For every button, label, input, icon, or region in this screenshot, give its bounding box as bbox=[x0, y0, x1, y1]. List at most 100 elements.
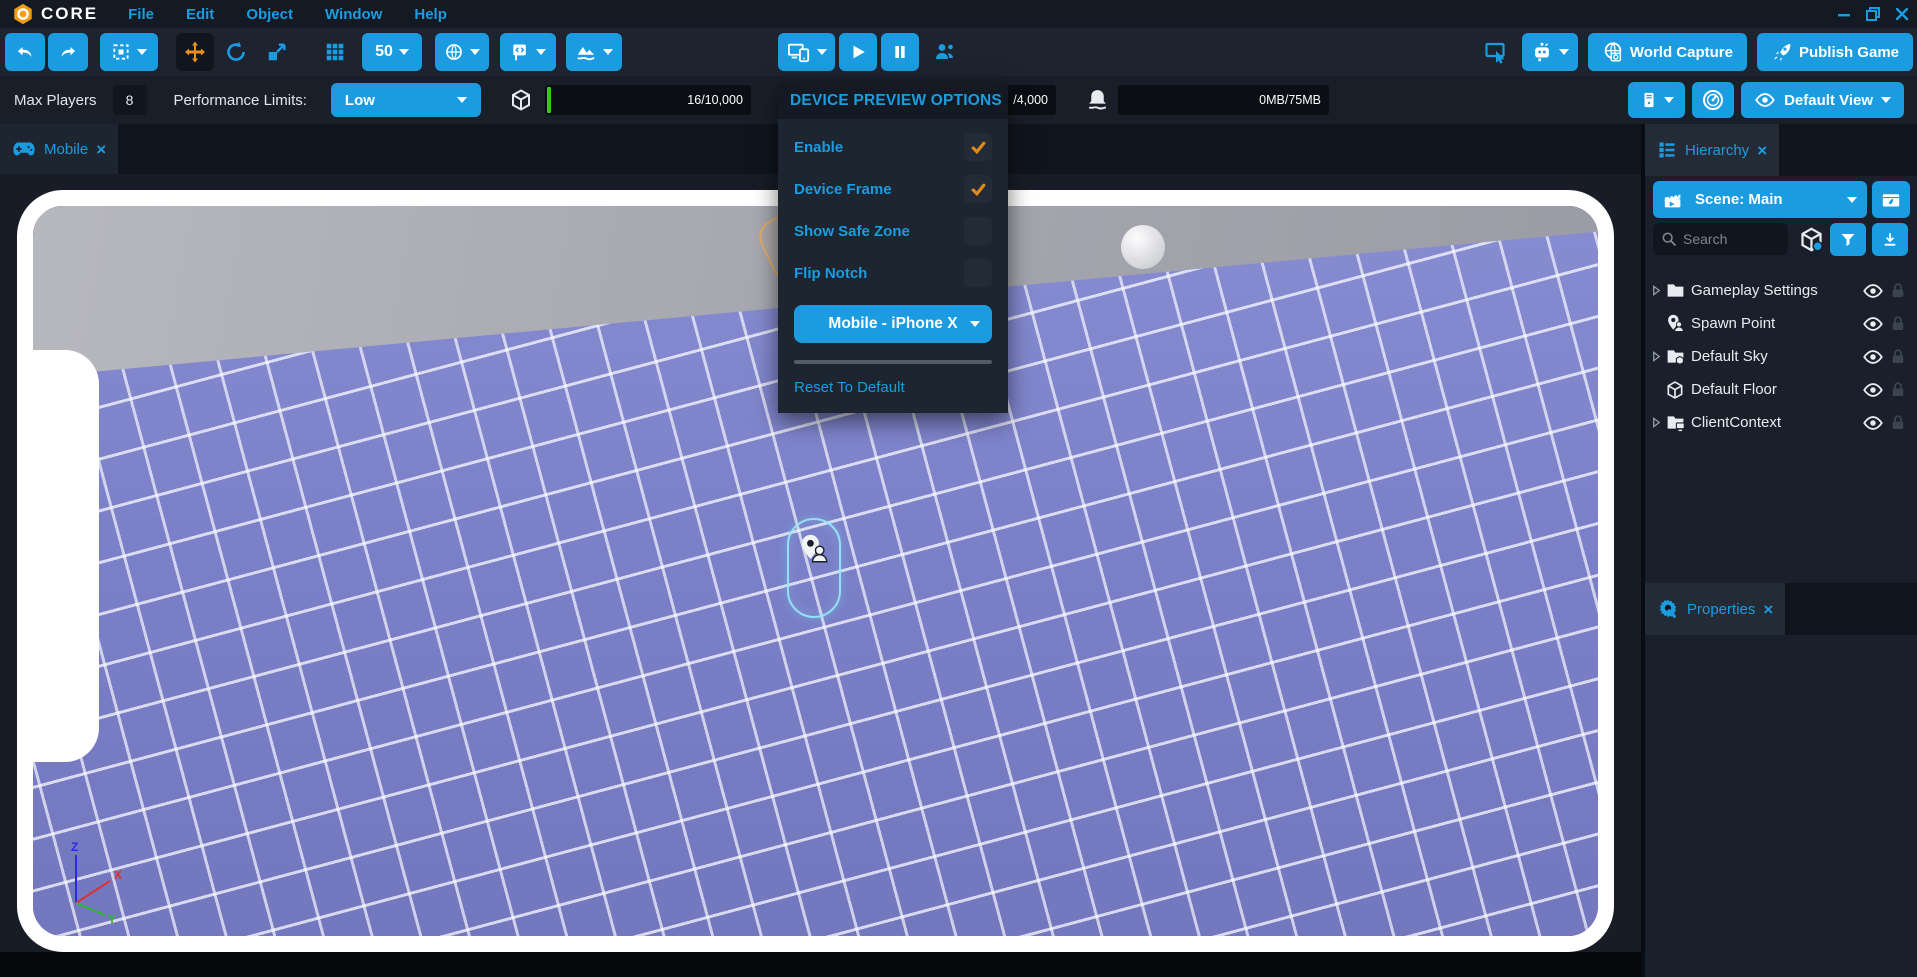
undo-button[interactable] bbox=[5, 33, 45, 71]
expand-caret-icon[interactable] bbox=[1651, 417, 1665, 428]
tree-row-default-floor[interactable]: Default Floor bbox=[1645, 373, 1917, 406]
tree-row-gameplay-settings[interactable]: Gameplay Settings bbox=[1645, 274, 1917, 307]
option-enable-checkbox[interactable] bbox=[964, 133, 992, 161]
tree-row-client-context[interactable]: ClientContext bbox=[1645, 406, 1917, 439]
lock-icon[interactable] bbox=[1887, 414, 1909, 432]
tab-mobile-close-icon[interactable]: × bbox=[96, 141, 106, 158]
redo-button[interactable] bbox=[48, 33, 88, 71]
collapse-all-button[interactable] bbox=[1872, 223, 1908, 256]
gauge-icon bbox=[1701, 88, 1725, 112]
menu-window[interactable]: Window bbox=[325, 6, 382, 23]
tab-properties-close-icon[interactable]: × bbox=[1763, 601, 1773, 618]
terrain-tools-dropdown[interactable] bbox=[566, 33, 622, 71]
pause-button[interactable] bbox=[881, 33, 919, 71]
world-capture-button[interactable]: World Capture bbox=[1588, 33, 1747, 71]
device-preview-dropdown[interactable] bbox=[778, 33, 835, 71]
visibility-eye-icon[interactable] bbox=[1859, 313, 1887, 335]
world-tools-dropdown[interactable] bbox=[435, 33, 489, 71]
visibility-eye-icon[interactable] bbox=[1859, 346, 1887, 368]
grid-snap-button[interactable] bbox=[318, 33, 352, 71]
menu-edit[interactable]: Edit bbox=[186, 6, 214, 23]
default-view-dropdown[interactable]: Default View bbox=[1741, 82, 1904, 118]
scene-manager-button[interactable] bbox=[1872, 181, 1910, 218]
max-players-input[interactable] bbox=[113, 85, 147, 115]
filter-button[interactable] bbox=[1830, 223, 1866, 256]
option-flip-notch[interactable]: Flip Notch bbox=[794, 259, 992, 287]
spawn-point-gizmo[interactable] bbox=[787, 518, 841, 618]
option-show-safe-zone-label: Show Safe Zone bbox=[794, 223, 910, 240]
menu-file[interactable]: File bbox=[128, 6, 154, 23]
expand-caret-icon[interactable] bbox=[1651, 285, 1665, 296]
multiplayer-preview-button[interactable] bbox=[929, 33, 963, 71]
lock-icon[interactable] bbox=[1887, 315, 1909, 333]
chevron-down-icon bbox=[137, 49, 147, 55]
tree-item-label: Spawn Point bbox=[1691, 315, 1859, 332]
bot-capture-dropdown[interactable] bbox=[1522, 33, 1578, 71]
asset-cube-filter-icon[interactable] bbox=[1798, 226, 1825, 253]
screen-share-button[interactable] bbox=[1480, 33, 1512, 71]
tab-hierarchy-close-icon[interactable]: × bbox=[1757, 142, 1767, 159]
script-tools-dropdown[interactable] bbox=[500, 33, 556, 71]
tab-hierarchy-label: Hierarchy bbox=[1685, 142, 1749, 159]
publish-game-button[interactable]: Publish Game bbox=[1757, 33, 1913, 71]
tree-item-label: Gameplay Settings bbox=[1691, 282, 1859, 299]
reset-to-default-button[interactable]: Reset To Default bbox=[778, 364, 1008, 413]
visibility-eye-icon[interactable] bbox=[1859, 379, 1887, 401]
lock-icon[interactable] bbox=[1887, 282, 1909, 300]
expand-caret-icon[interactable] bbox=[1651, 351, 1665, 362]
minimize-button[interactable] bbox=[1837, 7, 1851, 21]
chevron-down-icon bbox=[470, 49, 480, 55]
move-tool-button[interactable] bbox=[176, 33, 214, 71]
scene-selector-value: Scene: Main bbox=[1695, 191, 1841, 208]
option-enable[interactable]: Enable bbox=[794, 133, 992, 161]
multiplayer-people-icon bbox=[933, 40, 959, 64]
lock-icon[interactable] bbox=[1887, 381, 1909, 399]
sky-sphere-object[interactable] bbox=[1121, 225, 1165, 269]
memory-usage-value: 0MB/75MB bbox=[1259, 93, 1321, 107]
search-input[interactable] bbox=[1683, 231, 1769, 247]
visibility-eye-icon[interactable] bbox=[1859, 412, 1887, 434]
restore-button[interactable] bbox=[1866, 7, 1880, 21]
menu-help[interactable]: Help bbox=[414, 6, 447, 23]
performance-panel-dropdown[interactable] bbox=[1628, 82, 1685, 118]
tree-item-label: Default Floor bbox=[1691, 381, 1859, 398]
scene-selector-dropdown[interactable]: Scene: Main bbox=[1653, 181, 1867, 218]
tab-properties[interactable]: Properties × bbox=[1645, 583, 1785, 635]
option-device-frame-label: Device Frame bbox=[794, 181, 892, 198]
tab-hierarchy[interactable]: Hierarchy × bbox=[1645, 124, 1779, 176]
lock-icon[interactable] bbox=[1887, 348, 1909, 366]
visibility-eye-icon[interactable] bbox=[1859, 280, 1887, 302]
option-show-safe-zone[interactable]: Show Safe Zone bbox=[794, 217, 992, 245]
axis-y-label: Y bbox=[108, 912, 116, 926]
world-capture-icon bbox=[1602, 41, 1624, 63]
option-show-safe-zone-checkbox[interactable] bbox=[964, 217, 992, 245]
core-logo-icon bbox=[12, 3, 34, 25]
selection-mode-dropdown[interactable] bbox=[100, 33, 158, 71]
tab-mobile[interactable]: Mobile × bbox=[0, 124, 118, 174]
rotate-tool-button[interactable] bbox=[217, 33, 255, 71]
menu-object[interactable]: Object bbox=[246, 6, 293, 23]
stats-right-group: Default View bbox=[1628, 82, 1904, 118]
performance-limits-value: Low bbox=[345, 92, 451, 109]
tree-row-spawn-point[interactable]: Spawn Point bbox=[1645, 307, 1917, 340]
performance-limits-dropdown[interactable]: Low bbox=[331, 83, 481, 117]
option-device-frame[interactable]: Device Frame bbox=[794, 175, 992, 203]
tree-row-default-sky[interactable]: Default Sky bbox=[1645, 340, 1917, 373]
marquee-select-icon bbox=[111, 42, 131, 62]
core-editor-window: { "menubar": { "logo": "CORE", "menus": … bbox=[0, 0, 1917, 977]
close-button[interactable] bbox=[1895, 7, 1909, 21]
device-model-dropdown[interactable]: Mobile - iPhone X bbox=[794, 305, 992, 343]
option-flip-notch-label: Flip Notch bbox=[794, 265, 867, 282]
performance-gauge-button[interactable] bbox=[1692, 82, 1734, 118]
scene-icon bbox=[1663, 191, 1683, 209]
play-button[interactable] bbox=[839, 33, 877, 71]
option-flip-notch-checkbox[interactable] bbox=[964, 259, 992, 287]
properties-panel-body bbox=[1645, 635, 1917, 977]
scale-tool-button[interactable] bbox=[258, 33, 296, 71]
chevron-down-icon bbox=[817, 49, 827, 55]
right-panel: Hierarchy × Scene: Main bbox=[1645, 124, 1917, 977]
option-device-frame-checkbox[interactable] bbox=[964, 175, 992, 203]
main-menu: File Edit Object Window Help bbox=[128, 6, 447, 23]
grid-size-dropdown[interactable]: 50 bbox=[362, 33, 422, 71]
hierarchy-search[interactable] bbox=[1653, 223, 1788, 255]
